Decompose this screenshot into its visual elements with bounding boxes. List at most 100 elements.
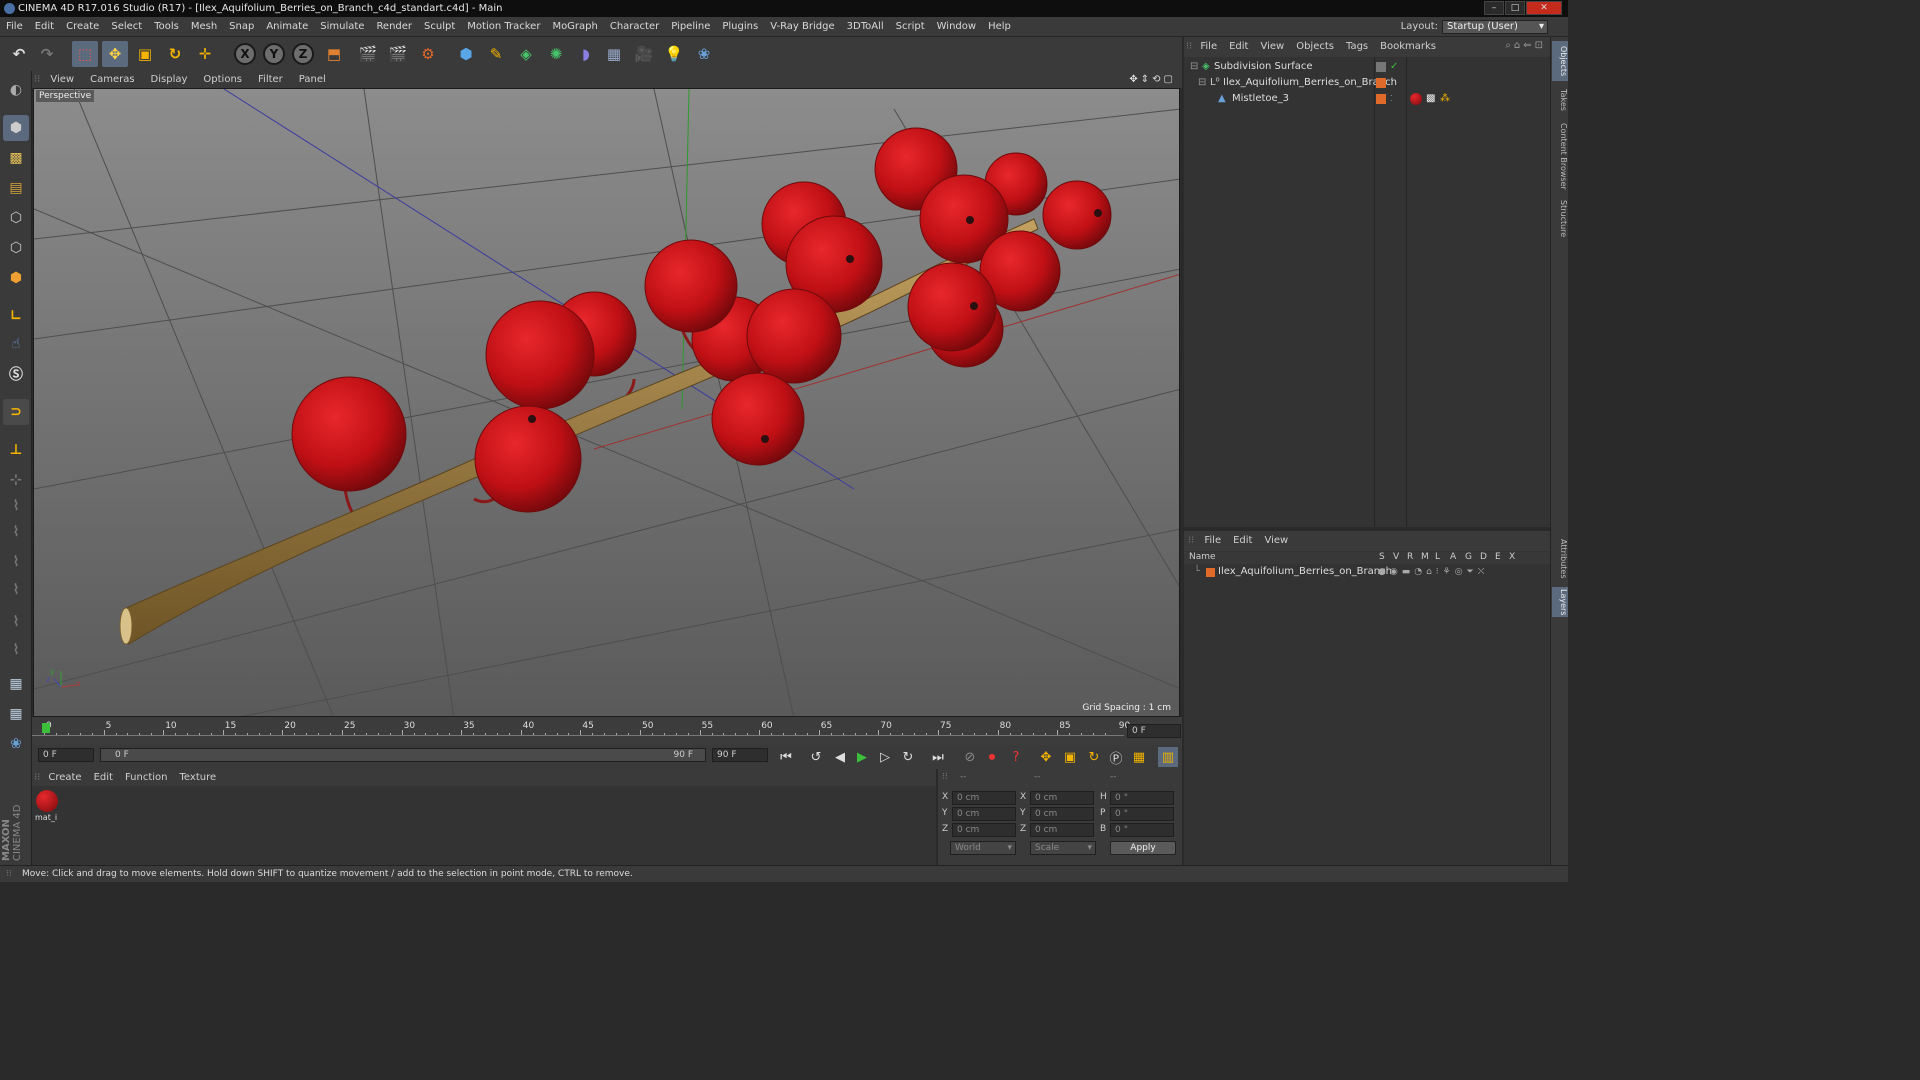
texture-tag-icon[interactable]: ▩: [1426, 91, 1435, 107]
menu-select[interactable]: Select: [105, 17, 148, 37]
object-mode-icon[interactable]: ⬢: [3, 115, 29, 141]
material-menu-edit[interactable]: Edit: [88, 769, 119, 786]
material-tag-icon[interactable]: [1410, 93, 1422, 105]
grid-lock-icon[interactable]: ▦: [3, 671, 29, 697]
scale-icon[interactable]: ▣: [132, 41, 158, 67]
menu-3dtoall[interactable]: 3DToAll: [841, 17, 890, 37]
subdivision-icon[interactable]: ◈: [513, 41, 539, 67]
om-menu-objects[interactable]: Objects: [1290, 37, 1340, 57]
coord-mode-dropdown[interactable]: World ▾: [950, 841, 1016, 855]
menu-vray-bridge[interactable]: V-Ray Bridge: [764, 17, 840, 37]
col-d[interactable]: D: [1480, 552, 1487, 562]
play-icon[interactable]: ▶: [852, 747, 872, 767]
floor-icon[interactable]: ▦: [601, 41, 627, 67]
visibility-dots-icon[interactable]: ⁚: [1390, 75, 1393, 91]
coord-value-field[interactable]: 0 cm: [952, 807, 1016, 821]
menu-help[interactable]: Help: [982, 17, 1017, 37]
tab-content-browser[interactable]: Content Browser: [1552, 119, 1568, 193]
coord-scale-dropdown[interactable]: Scale ▾: [1030, 841, 1096, 855]
om-menu-tags[interactable]: Tags: [1340, 37, 1374, 57]
playhead[interactable]: [42, 723, 50, 733]
col-a[interactable]: A: [1450, 552, 1456, 562]
object-row[interactable]: ⊟ ◈ Subdivision Surface ✓: [1184, 59, 1550, 75]
tab-attributes[interactable]: Attributes: [1552, 535, 1568, 583]
pen-icon[interactable]: ✎: [483, 41, 509, 67]
viewport-nav-icons[interactable]: ✥⇕⟲▢: [1129, 71, 1176, 88]
frame-range-slider[interactable]: 0 F 90 F: [100, 748, 706, 762]
cube-icon[interactable]: ⬢: [453, 41, 479, 67]
timeline-ruler[interactable]: 051015202530354045505560657075808590 0 F: [32, 717, 1182, 745]
om-menu-bookmarks[interactable]: Bookmarks: [1374, 37, 1442, 57]
coord-value-field[interactable]: 0 °: [1110, 823, 1174, 837]
close-button[interactable]: ✕: [1526, 1, 1562, 15]
brush-p-icon[interactable]: ⌇: [3, 493, 29, 519]
redo-icon[interactable]: ↷: [34, 41, 60, 67]
menu-mesh[interactable]: Mesh: [185, 17, 223, 37]
workplane-axis-icon[interactable]: ⊥: [3, 437, 29, 463]
key-move-icon[interactable]: ✥: [1036, 747, 1056, 767]
minimize-button[interactable]: –: [1484, 1, 1504, 15]
menu-snap[interactable]: Snap: [223, 17, 260, 37]
menu-render[interactable]: Render: [370, 17, 418, 37]
start-frame-field[interactable]: 0 F: [38, 748, 94, 762]
menu-sculpt[interactable]: Sculpt: [418, 17, 461, 37]
coord-value-field[interactable]: 0 cm: [952, 791, 1016, 805]
layer-color-icon[interactable]: [1376, 94, 1386, 104]
python-console-icon[interactable]: ❀: [3, 731, 29, 757]
coord-value-field[interactable]: 0 cm: [952, 823, 1016, 837]
menu-script[interactable]: Script: [890, 17, 931, 37]
layer-row[interactable]: └ Ilex_Aquifolium_Berries_on_Branch ●◉▬◔…: [1184, 564, 1550, 580]
material-menu-function[interactable]: Function: [119, 769, 174, 786]
grid-settings-icon[interactable]: ▦: [3, 701, 29, 727]
viewport-menu-panel[interactable]: Panel: [291, 71, 334, 88]
render-view-icon[interactable]: 🎬: [355, 41, 381, 67]
current-frame-field[interactable]: 0 F: [1127, 724, 1181, 738]
key-rotate-icon[interactable]: ↻: [1084, 747, 1104, 767]
undo-icon[interactable]: ↶: [6, 41, 32, 67]
menu-simulate[interactable]: Simulate: [314, 17, 370, 37]
enabled-check-icon[interactable]: ✓: [1390, 59, 1398, 75]
deformer-icon[interactable]: ◗: [573, 41, 599, 67]
viewport-menu-cameras[interactable]: Cameras: [82, 71, 142, 88]
autokey-icon[interactable]: ?: [1006, 747, 1026, 767]
viewport-menu-options[interactable]: Options: [195, 71, 250, 88]
timeline-layout-icon[interactable]: ▥: [1158, 747, 1178, 767]
material-menu-texture[interactable]: Texture: [174, 769, 223, 786]
tab-structure[interactable]: Structure: [1552, 197, 1568, 241]
material-menu-create[interactable]: Create: [42, 769, 87, 786]
menu-plugins[interactable]: Plugins: [716, 17, 764, 37]
next-frame-icon[interactable]: ▷: [875, 747, 895, 767]
layer-flag-icons[interactable]: ●◉▬◔⌂⁝⚘◎⏷⛌: [1378, 564, 1488, 580]
x-axis-icon[interactable]: X: [234, 43, 256, 65]
visibility-dots-icon[interactable]: ⁚: [1390, 91, 1393, 107]
move-icon[interactable]: ✥: [102, 41, 128, 67]
viewport-menu-view[interactable]: View: [42, 71, 82, 88]
col-v[interactable]: V: [1393, 552, 1399, 562]
viewport-menu-filter[interactable]: Filter: [250, 71, 291, 88]
om-menu-edit[interactable]: Edit: [1223, 37, 1254, 57]
array-icon[interactable]: ✺: [543, 41, 569, 67]
y-axis-icon[interactable]: Y: [263, 43, 285, 65]
om-menu-file[interactable]: File: [1194, 37, 1223, 57]
magnet-icon[interactable]: ⊃: [3, 399, 29, 425]
go-to-end-icon[interactable]: ⏭: [928, 747, 948, 767]
coord-value-field[interactable]: 0 °: [1110, 791, 1174, 805]
key-pla-icon[interactable]: ▦: [1129, 747, 1149, 767]
live-selection-icon[interactable]: ⬚: [72, 41, 98, 67]
render-picture-viewer-icon[interactable]: 🎬: [385, 41, 411, 67]
col-e[interactable]: E: [1495, 552, 1501, 562]
texture-mode-icon[interactable]: ▩: [3, 145, 29, 171]
coord-value-field[interactable]: 0 cm: [1030, 791, 1094, 805]
om-menu-view[interactable]: View: [1254, 37, 1290, 57]
menu-edit[interactable]: Edit: [29, 17, 60, 37]
python-icon[interactable]: ❀: [691, 41, 717, 67]
move-cross-icon[interactable]: ✛: [192, 41, 218, 67]
viewport-menu-display[interactable]: Display: [143, 71, 196, 88]
layer-swatch[interactable]: [1206, 568, 1215, 577]
apply-button[interactable]: Apply: [1110, 841, 1176, 855]
tab-objects[interactable]: Objects: [1552, 41, 1568, 81]
polygons-mode-icon[interactable]: ⬢: [3, 265, 29, 291]
key-param-icon[interactable]: Ⓟ: [1106, 747, 1126, 767]
lasso-icon[interactable]: ⌇: [3, 609, 29, 635]
3d-viewport[interactable]: Perspective y x z Grid Spacing : 1 cm: [33, 88, 1180, 717]
